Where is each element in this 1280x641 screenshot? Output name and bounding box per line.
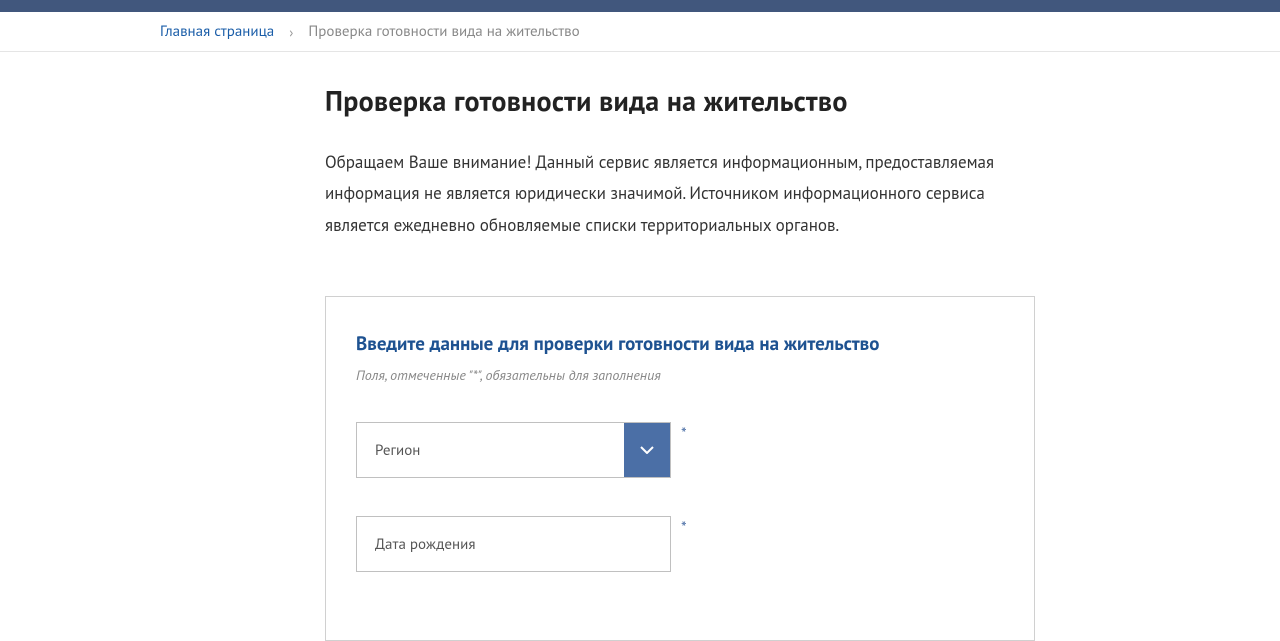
required-mark: * — [681, 518, 687, 538]
region-field-row: Регион * — [356, 422, 1004, 478]
breadcrumb-bar: Главная страница › Проверка готовности в… — [0, 12, 1280, 52]
region-dropdown-button[interactable] — [624, 423, 670, 477]
breadcrumb-current: Проверка готовности вида на жительство — [308, 22, 579, 41]
chevron-down-icon — [640, 446, 654, 454]
region-select[interactable]: Регион — [356, 422, 671, 478]
birthdate-field-row: * — [356, 516, 1004, 572]
birthdate-input[interactable] — [375, 535, 652, 554]
page-title: Проверка готовности вида на жительство — [325, 82, 1035, 119]
form-card: Введите данные для проверки готовности в… — [325, 296, 1035, 641]
notice-text: Обращаем Ваше внимание! Данный сервис яв… — [325, 147, 1035, 241]
region-select-label: Регион — [357, 423, 624, 477]
form-hint: Поля, отмеченные "*", обязательны для за… — [356, 366, 1004, 384]
top-bar — [0, 0, 1280, 12]
chevron-right-icon: › — [289, 23, 293, 41]
breadcrumb-home-link[interactable]: Главная страница — [160, 22, 274, 41]
required-mark: * — [681, 424, 687, 444]
form-title: Введите данные для проверки готовности в… — [356, 332, 1004, 356]
birthdate-input-wrap — [356, 516, 671, 572]
breadcrumb: Главная страница › Проверка готовности в… — [160, 12, 1120, 51]
